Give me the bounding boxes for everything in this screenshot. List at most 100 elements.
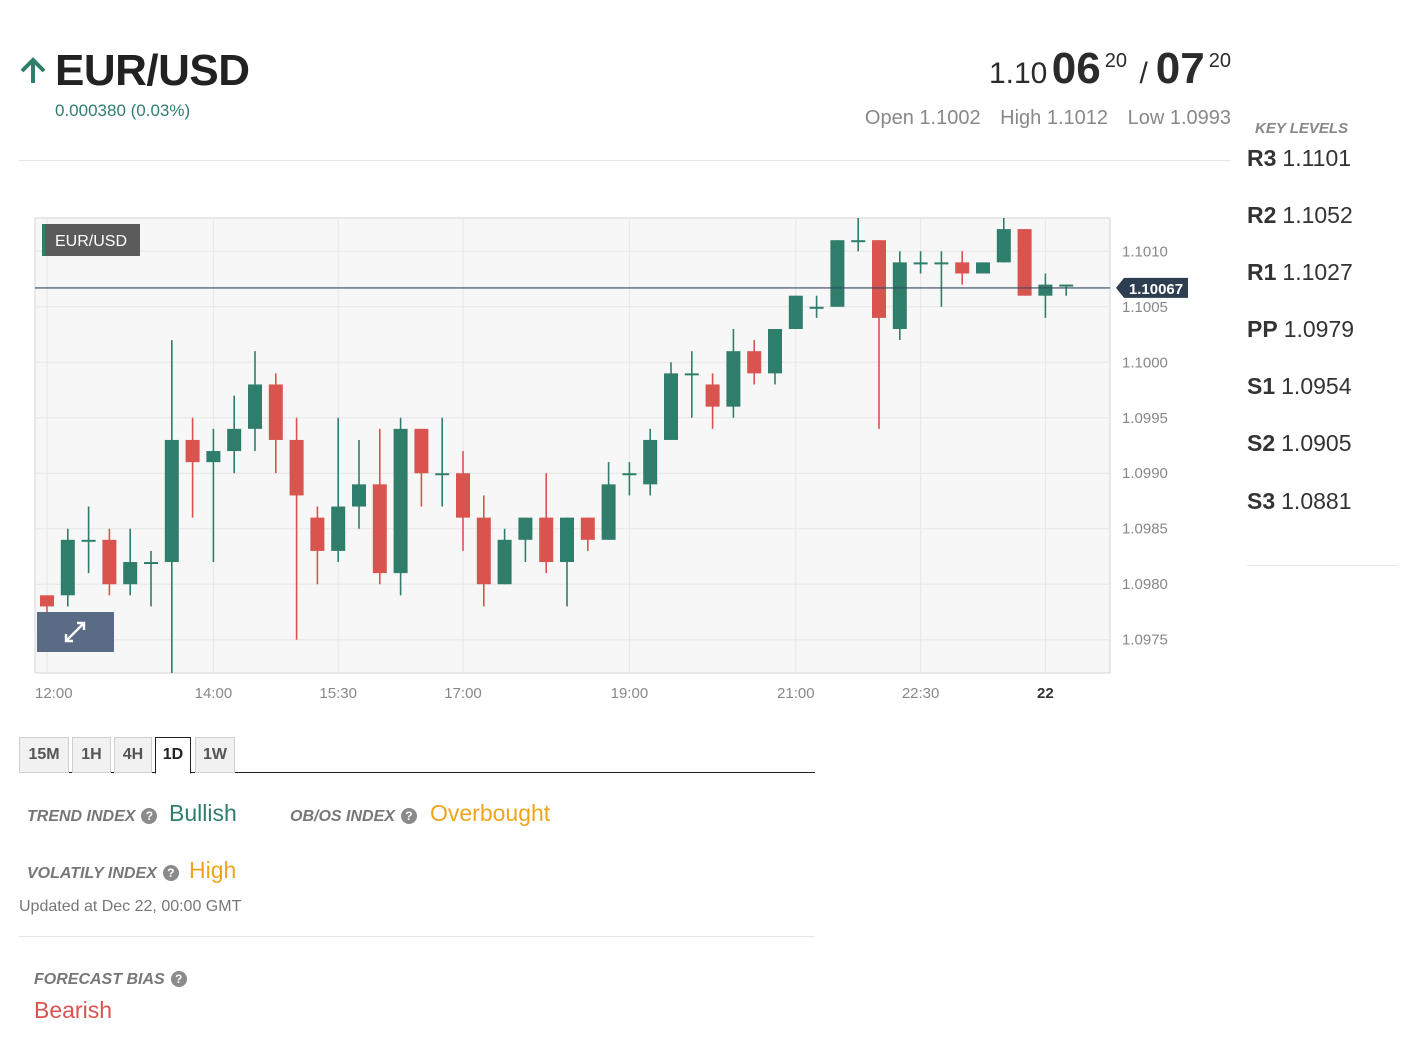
pair-title: EUR/USD <box>55 46 250 95</box>
candle-body <box>560 517 574 563</box>
high-value: High 1.1012 <box>1000 107 1109 129</box>
low-value: Low 1.0993 <box>1127 107 1231 129</box>
candle-body <box>393 428 408 574</box>
symbol-label: EUR/USD <box>55 233 127 250</box>
candle-body <box>830 240 845 307</box>
candle-body <box>60 539 75 596</box>
candle-body <box>185 439 200 463</box>
candle-body <box>435 473 450 476</box>
x-tick-label: 14:00 <box>195 685 233 702</box>
x-tick-label: 21:00 <box>777 685 815 702</box>
candle-body <box>268 384 283 440</box>
question-circle-icon[interactable]: ? <box>141 808 158 824</box>
candle-body <box>518 517 533 540</box>
bid-fraction: 20 <box>1104 50 1127 72</box>
question-circle-icon[interactable]: ? <box>170 971 187 987</box>
candle-body <box>164 439 179 563</box>
candle-body <box>892 262 907 329</box>
obos-index-value: Overbought <box>430 800 551 826</box>
key-level-r2: R2 1.1052 <box>1247 202 1353 228</box>
candle-body <box>414 428 429 474</box>
tab-4h[interactable]: 4H <box>114 737 152 773</box>
candle-body <box>622 473 637 476</box>
candle-body <box>227 428 242 452</box>
question-circle-icon[interactable]: ? <box>400 808 417 824</box>
candle-body <box>331 506 346 551</box>
candle-body <box>996 229 1011 263</box>
candle-body <box>747 351 762 374</box>
x-tick-label: 17:00 <box>444 685 482 702</box>
key-level-r1: R1 1.1027 <box>1247 259 1353 285</box>
key-level-s1: S1 1.0954 <box>1247 373 1352 399</box>
ask-fraction: 20 <box>1208 50 1231 72</box>
bid-ask-quote: 1.10 06 20 /07 20 <box>989 44 1231 94</box>
candle-body <box>913 262 928 265</box>
candle-body <box>580 517 595 540</box>
x-tick-label: 22 <box>1037 685 1054 702</box>
current-price-label: 1.10067 <box>1129 281 1183 298</box>
volatility-index-label: VOLATILY INDEX? <box>27 865 179 883</box>
symbol-label-accent <box>42 224 45 256</box>
candle-body <box>81 539 96 542</box>
candle-body <box>934 262 949 265</box>
candle-body <box>352 484 366 507</box>
x-tick-label: 15:30 <box>319 685 357 702</box>
trend-index-label: TREND INDEX? <box>27 808 158 826</box>
tab-15m[interactable]: 15M <box>19 737 69 773</box>
quote-separator: / <box>1139 57 1148 90</box>
y-tick-label: 1.0975 <box>1122 632 1168 649</box>
forecast-bias-label: FORECAST BIAS? <box>34 971 187 989</box>
candle-body <box>102 539 117 585</box>
volatility-index-value: High <box>189 857 237 883</box>
tab-1w[interactable]: 1W <box>195 737 235 773</box>
y-tick-label: 1.1010 <box>1122 243 1168 260</box>
key-level-s2: S2 1.0905 <box>1247 430 1352 456</box>
key-level-r3: R3 1.1101 <box>1247 145 1352 171</box>
forecast-bias-value: Bearish <box>34 997 112 1023</box>
updated-timestamp: Updated at Dec 22, 00:00 GMT <box>19 898 242 915</box>
candle-body <box>310 517 325 551</box>
candle-body <box>684 373 699 376</box>
candle-body <box>809 306 824 309</box>
candle-body <box>664 373 678 440</box>
candle-body <box>144 562 158 565</box>
bid-pips: 06 <box>1051 44 1101 93</box>
ask-pips: 07 <box>1155 44 1205 93</box>
key-level-s3: S3 1.0881 <box>1247 488 1352 514</box>
indices-divider <box>19 936 815 937</box>
price-chart[interactable]: 1.1010 1.1005 1.1000 1.0995 1.0990 1.0985 1.09… <box>0 200 1240 720</box>
y-tick-label: 1.1005 <box>1122 299 1168 316</box>
candle-body <box>248 384 262 429</box>
candle-body <box>643 439 658 485</box>
candle-body <box>476 517 491 585</box>
x-tick-label: 12:00 <box>35 685 73 702</box>
trend-index-value: Bullish <box>169 800 237 826</box>
bid-prefix: 1.10 <box>988 57 1048 90</box>
candle-body <box>851 240 866 243</box>
key-level-pp: PP 1.0979 <box>1247 316 1355 342</box>
candle-body <box>539 517 554 563</box>
tab-1d[interactable]: 1D <box>155 737 191 774</box>
candle-body <box>206 451 221 463</box>
candle-body <box>40 595 54 607</box>
key-levels-divider <box>1247 565 1397 566</box>
candle-body <box>726 351 741 407</box>
x-tick-label: 19:00 <box>611 685 649 702</box>
candle-body <box>601 484 616 540</box>
candle-body <box>955 262 970 274</box>
candle-body <box>872 240 886 318</box>
y-tick-label: 1.0980 <box>1122 576 1168 593</box>
candle-body <box>289 439 304 496</box>
candlestick-chart[interactable]: 1.1010 1.1005 1.1000 1.0995 1.0990 1.0985 1.09… <box>0 200 1240 720</box>
candle-body <box>372 484 387 574</box>
candle-body <box>976 262 990 274</box>
tab-1h[interactable]: 1H <box>72 737 111 773</box>
header-divider <box>19 160 1231 161</box>
arrow-up-icon <box>20 57 46 83</box>
y-tick-label: 1.0990 <box>1122 465 1168 482</box>
candle-body <box>456 473 470 518</box>
obos-index-label: OB/OS INDEX? <box>290 808 417 826</box>
candle-body <box>1038 284 1053 296</box>
question-circle-icon[interactable]: ? <box>162 865 179 881</box>
candle-body <box>497 539 512 585</box>
